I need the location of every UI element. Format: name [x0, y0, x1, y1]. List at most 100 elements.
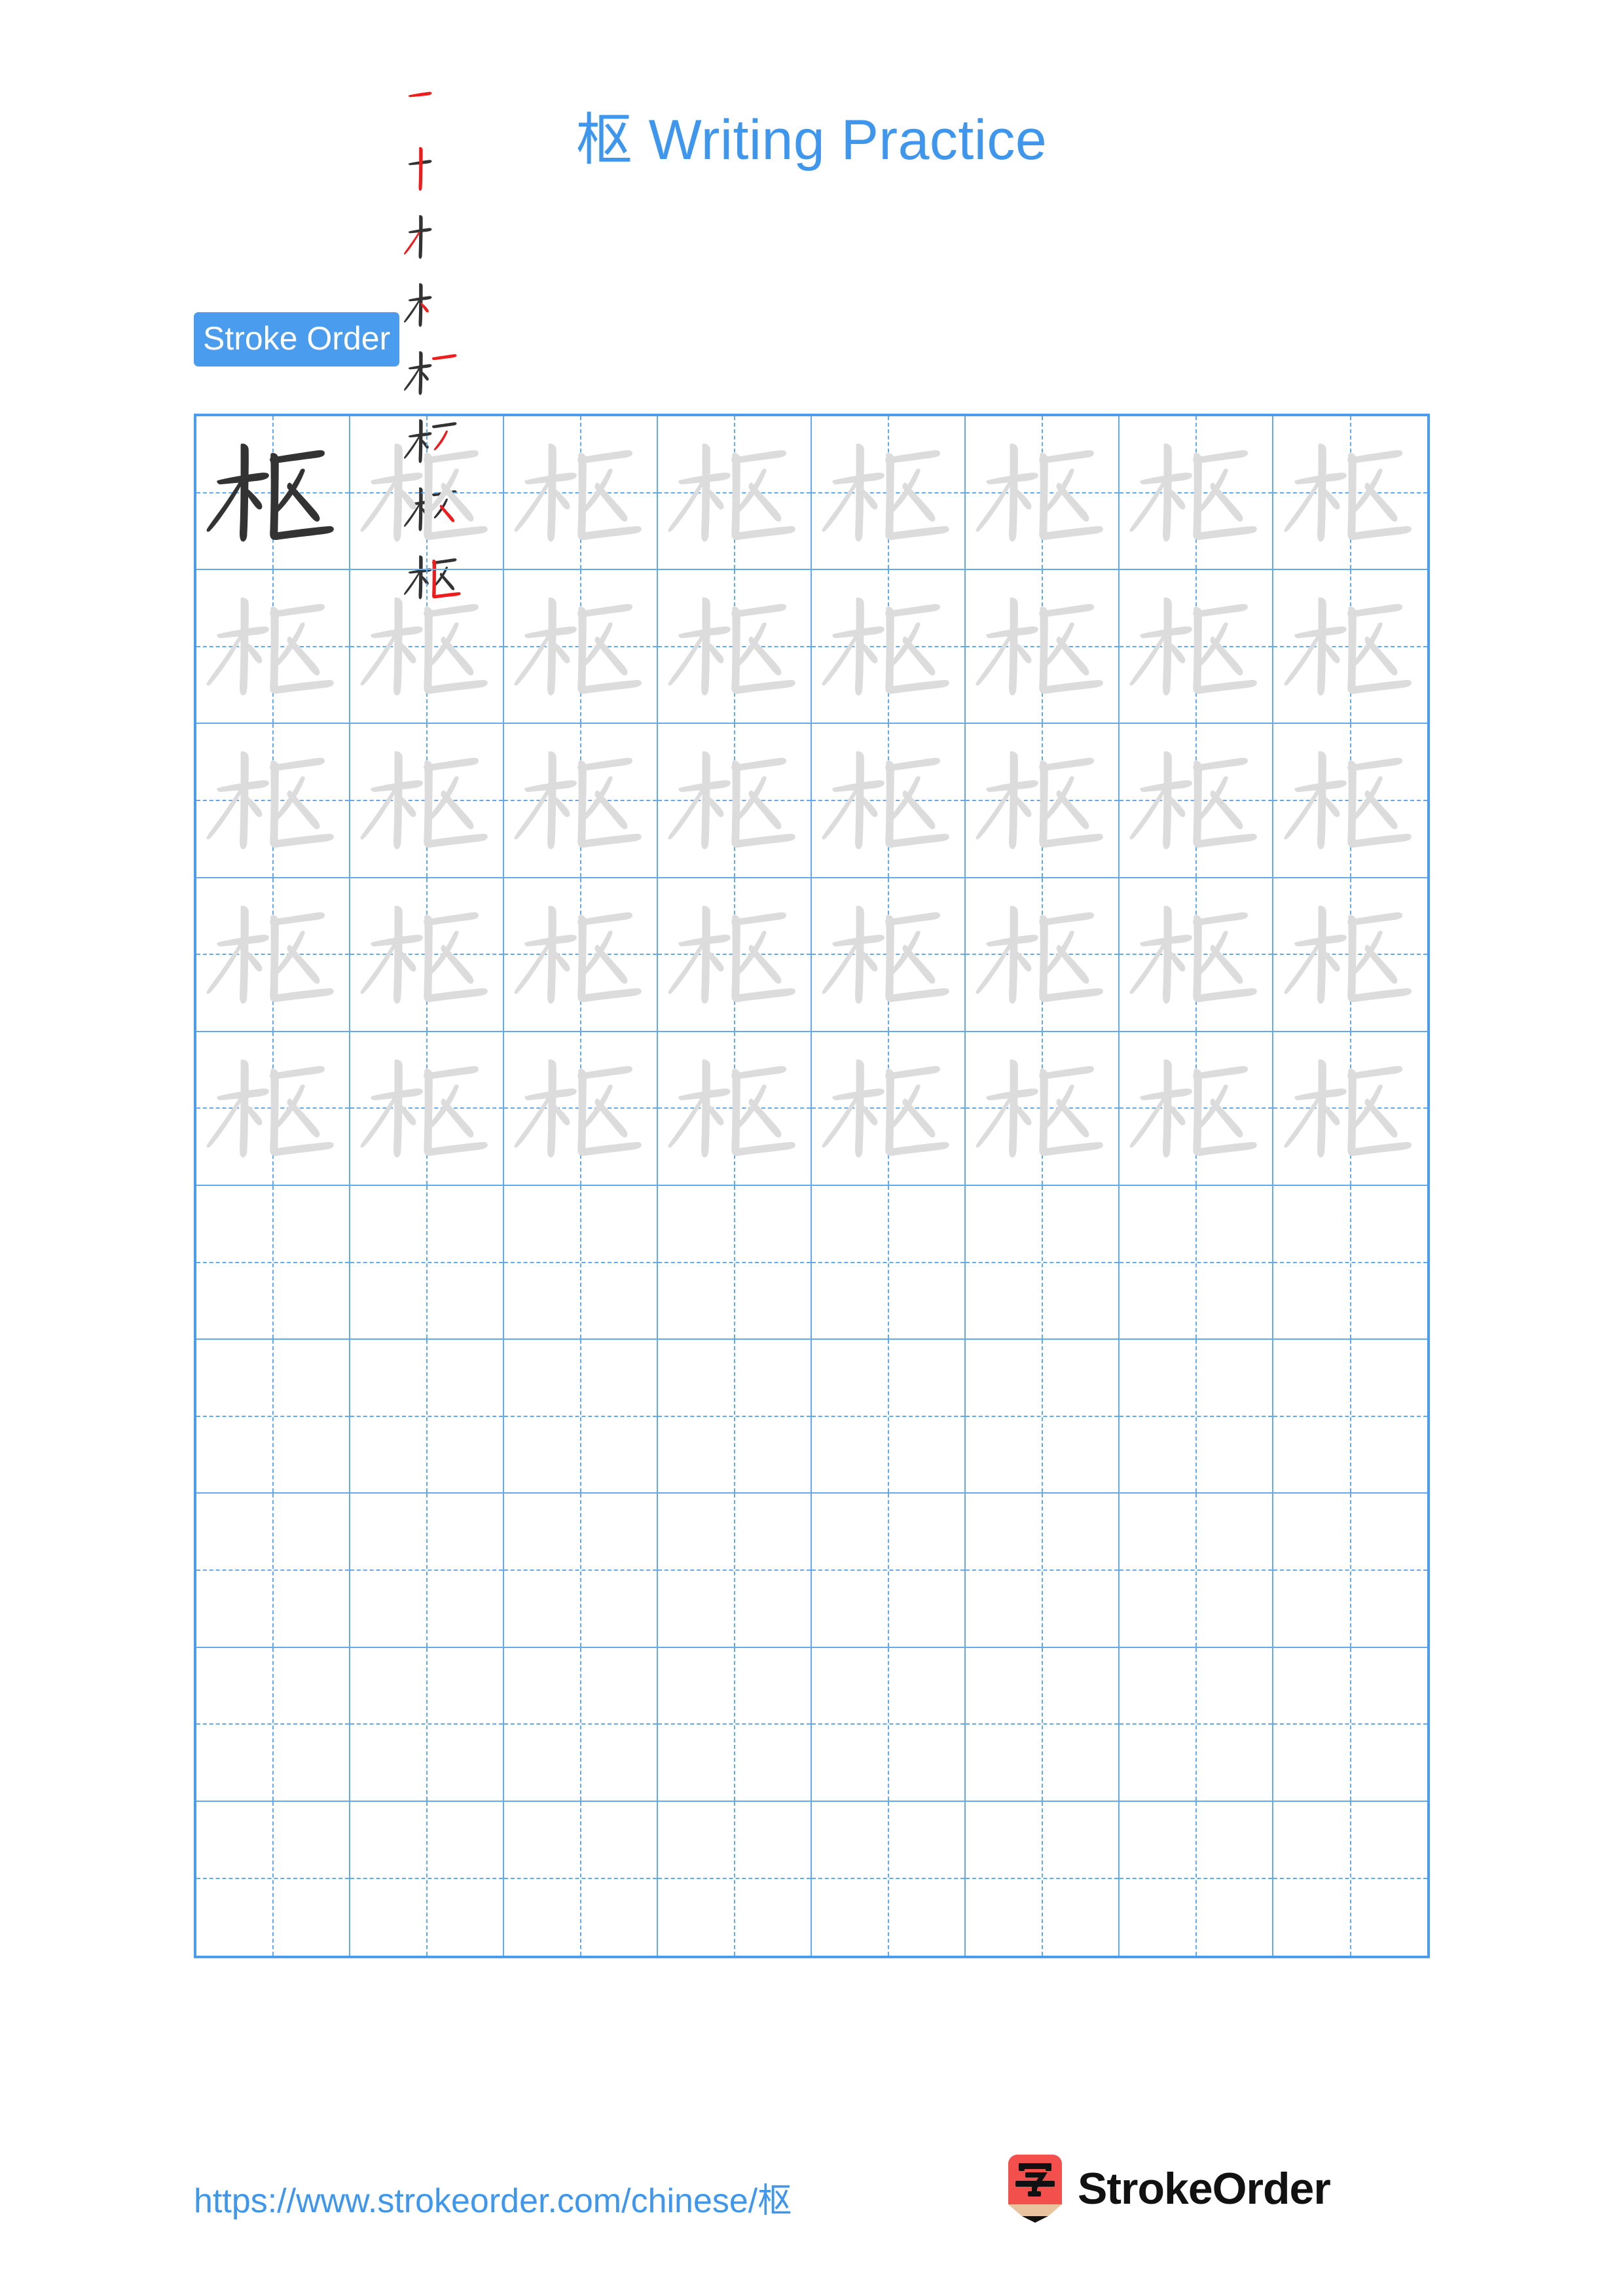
practice-cell[interactable] — [1273, 1032, 1427, 1186]
practice-cell[interactable] — [812, 570, 966, 725]
practice-cell[interactable] — [504, 878, 658, 1032]
practice-cell[interactable] — [196, 1801, 350, 1956]
stroke-7 — [902, 1098, 936, 1138]
practice-cell[interactable] — [350, 1801, 504, 1956]
practice-cell[interactable] — [1273, 416, 1427, 571]
practice-cell[interactable] — [504, 1494, 658, 1648]
practice-cell[interactable] — [196, 878, 350, 1032]
practice-cell[interactable] — [1120, 416, 1273, 571]
practice-cell[interactable] — [1273, 1340, 1427, 1494]
trace-character — [658, 878, 811, 1031]
stroke-3 — [1284, 788, 1321, 840]
practice-cell[interactable] — [1120, 878, 1273, 1032]
practice-cell[interactable] — [1273, 724, 1427, 878]
trace-character — [812, 878, 964, 1031]
practice-cell[interactable] — [196, 1185, 350, 1340]
stroke-7 — [1210, 636, 1243, 676]
practice-cell[interactable] — [350, 1647, 504, 1802]
practice-cell[interactable] — [658, 1801, 812, 1956]
practice-cell[interactable] — [196, 1031, 350, 1186]
practice-cell[interactable] — [196, 570, 350, 725]
source-url[interactable]: https://www.strokeorder.com/chinese/枢 — [194, 2173, 792, 2222]
stroke-3 — [360, 942, 397, 994]
practice-cell[interactable] — [350, 878, 504, 1032]
practice-cell[interactable] — [504, 416, 658, 571]
stroke-7 — [287, 944, 320, 984]
practice-cell[interactable] — [966, 1340, 1120, 1494]
practice-cell[interactable] — [658, 878, 812, 1032]
practice-cell[interactable] — [504, 1801, 658, 1956]
practice-cell[interactable] — [658, 1185, 812, 1340]
practice-cell[interactable] — [1273, 1802, 1427, 1956]
practice-cell[interactable] — [350, 1031, 504, 1186]
practice-cell[interactable] — [658, 570, 812, 725]
practice-cell[interactable] — [658, 1647, 812, 1802]
practice-cell[interactable] — [1273, 1494, 1427, 1648]
practice-cell[interactable] — [658, 1494, 812, 1648]
practice-cell[interactable] — [1120, 724, 1273, 878]
practice-cell[interactable] — [196, 1494, 350, 1648]
practice-cell[interactable] — [966, 878, 1120, 1032]
practice-cell[interactable] — [350, 570, 504, 725]
practice-cell[interactable] — [196, 1340, 350, 1494]
practice-cell[interactable] — [350, 1340, 504, 1494]
practice-cell[interactable] — [658, 1031, 812, 1186]
practice-cell[interactable] — [1120, 1494, 1273, 1648]
practice-cell[interactable] — [812, 1031, 966, 1186]
stroke-7 — [1364, 482, 1398, 522]
practice-cell[interactable] — [812, 1340, 966, 1494]
practice-cell[interactable] — [966, 724, 1120, 878]
stroke-7 — [902, 790, 936, 830]
practice-cell[interactable] — [1120, 1340, 1273, 1494]
practice-cell[interactable] — [812, 1494, 966, 1648]
stroke-3 — [668, 788, 704, 840]
stroke-3 — [822, 480, 858, 532]
stroke-7 — [1364, 944, 1398, 984]
practice-cell[interactable] — [1120, 1185, 1273, 1340]
practice-cell[interactable] — [812, 1647, 966, 1802]
practice-cell[interactable] — [504, 724, 658, 878]
practice-cell[interactable] — [1273, 570, 1427, 725]
practice-cell[interactable] — [966, 570, 1120, 725]
practice-cell[interactable] — [1120, 1647, 1273, 1802]
practice-cell[interactable] — [350, 1185, 504, 1340]
practice-cell[interactable] — [812, 1801, 966, 1956]
practice-cell[interactable] — [350, 416, 504, 571]
trace-character — [966, 878, 1118, 1031]
practice-cell[interactable] — [812, 416, 966, 571]
practice-cell[interactable] — [1120, 1031, 1273, 1186]
practice-cell[interactable] — [812, 878, 966, 1032]
trace-character — [1120, 570, 1272, 723]
practice-cell[interactable] — [812, 724, 966, 878]
practice-cell[interactable] — [196, 724, 350, 878]
practice-cell[interactable] — [504, 1647, 658, 1802]
trace-character — [812, 570, 964, 723]
practice-cell[interactable] — [658, 416, 812, 571]
practice-cell[interactable] — [966, 1031, 1120, 1186]
practice-cell[interactable] — [658, 724, 812, 878]
practice-cell[interactable] — [350, 1494, 504, 1648]
practice-cell[interactable] — [966, 416, 1120, 571]
stroke-step-2 — [399, 135, 467, 203]
practice-cell[interactable] — [1120, 1801, 1273, 1956]
practice-cell[interactable] — [504, 1340, 658, 1494]
practice-cell[interactable] — [196, 416, 350, 571]
practice-cell[interactable] — [1273, 1186, 1427, 1340]
practice-cell[interactable] — [504, 1185, 658, 1340]
stroke-7 — [1210, 790, 1243, 830]
practice-cell[interactable] — [504, 1031, 658, 1186]
practice-cell[interactable] — [504, 570, 658, 725]
practice-cell[interactable] — [966, 1185, 1120, 1340]
practice-cell[interactable] — [658, 1340, 812, 1494]
practice-cell[interactable] — [1273, 878, 1427, 1032]
stroke-3 — [668, 1096, 704, 1148]
practice-cell[interactable] — [1273, 1648, 1427, 1802]
practice-cell[interactable] — [196, 1647, 350, 1802]
practice-cell[interactable] — [350, 724, 504, 878]
practice-cell[interactable] — [1120, 570, 1273, 725]
practice-cell[interactable] — [966, 1647, 1120, 1802]
practice-cell[interactable] — [812, 1185, 966, 1340]
brand-logo[interactable]: StrokeOrder — [1008, 2155, 1331, 2223]
practice-cell[interactable] — [966, 1494, 1120, 1648]
practice-cell[interactable] — [966, 1801, 1120, 1956]
